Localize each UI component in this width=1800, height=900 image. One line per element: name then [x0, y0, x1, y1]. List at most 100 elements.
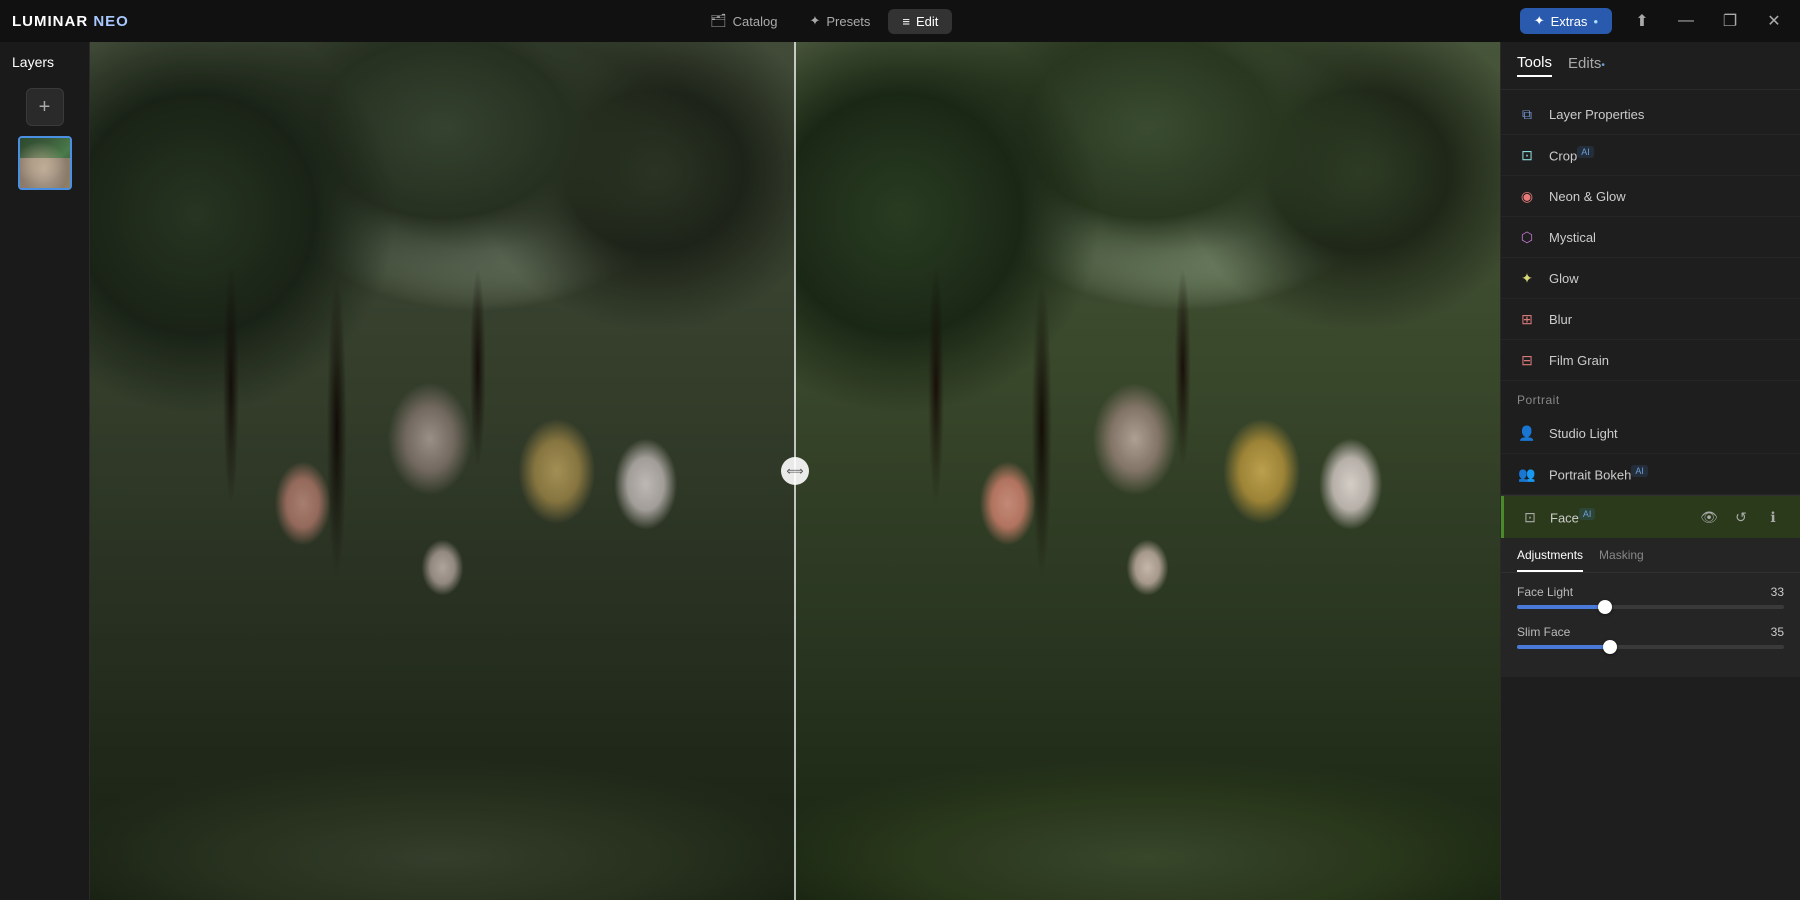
layer-thumbnail-image [20, 138, 70, 188]
slim-face-fill [1517, 645, 1610, 649]
share-icon: ⬆ [1635, 11, 1648, 31]
layer-properties-label: Layer Properties [1549, 107, 1784, 122]
neon-glow-icon: ◉ [1517, 186, 1537, 206]
main-content: Layers + Before After [0, 42, 1800, 900]
tab-edits[interactable]: Edits• [1568, 55, 1605, 76]
before-people-overlay [125, 214, 760, 858]
face-tabs: Adjustments Masking [1501, 538, 1800, 573]
reset-icon: ↺ [1735, 509, 1747, 526]
visibility-icon: 👁 [1700, 509, 1718, 526]
catalog-button[interactable]: 🗂 Catalog [696, 8, 791, 34]
face-light-value: 33 [1771, 585, 1784, 599]
info-icon: ℹ [1770, 509, 1775, 526]
tools-panel: Tools Edits• ⧉ Layer Properties ⊡ CropAI… [1500, 42, 1800, 900]
extras-button[interactable]: ✦ Extras • [1520, 8, 1612, 34]
tab-masking[interactable]: Masking [1599, 548, 1644, 572]
tool-neon-glow[interactable]: ◉ Neon & Glow [1501, 176, 1800, 217]
divider-handle-icon: ⟺ [786, 464, 803, 478]
after-image [795, 42, 1500, 900]
studio-light-icon: 👤 [1517, 423, 1537, 443]
face-reset-button[interactable]: ↺ [1730, 506, 1752, 528]
tools-header: Tools Edits• [1501, 42, 1800, 90]
share-button[interactable]: ⬆ [1628, 7, 1656, 35]
slim-face-value: 35 [1771, 625, 1784, 639]
layer-properties-icon: ⧉ [1517, 104, 1537, 124]
mystical-label: Mystical [1549, 230, 1784, 245]
thumbnail-people [20, 158, 70, 188]
face-info-button[interactable]: ℹ [1762, 506, 1784, 528]
window-controls: ✦ Extras • ⬆ — ❐ ✕ [1520, 7, 1788, 35]
crop-label: CropAI [1549, 147, 1784, 163]
slim-face-track[interactable] [1517, 645, 1784, 649]
tab-adjustments[interactable]: Adjustments [1517, 548, 1583, 572]
before-image [90, 42, 795, 900]
close-button[interactable]: ✕ [1760, 7, 1788, 35]
slim-face-row: Slim Face 35 [1517, 625, 1784, 649]
edit-label: Edit [916, 14, 938, 29]
presets-button[interactable]: ✦ Presets [795, 8, 884, 34]
tool-mystical[interactable]: ⬡ Mystical [1501, 217, 1800, 258]
face-light-track[interactable] [1517, 605, 1784, 609]
slim-face-thumb[interactable] [1603, 640, 1617, 654]
extras-icon: ✦ [1534, 13, 1545, 29]
face-panel-actions: 👁 ↺ ℹ [1698, 506, 1784, 528]
tool-layer-properties[interactable]: ⧉ Layer Properties [1501, 94, 1800, 135]
app-logo: LUMINAR NEO [12, 13, 129, 30]
close-icon: ✕ [1767, 11, 1780, 31]
portrait-section-header: Portrait [1501, 381, 1800, 413]
tools-list: ⧉ Layer Properties ⊡ CropAI ◉ Neon & Glo… [1501, 90, 1800, 900]
face-light-row: Face Light 33 [1517, 585, 1784, 609]
tab-tools[interactable]: Tools [1517, 54, 1552, 77]
before-after-divider[interactable]: ⟺ [794, 42, 796, 900]
presets-icon: ✦ [809, 13, 820, 29]
tool-glow[interactable]: ✦ Glow [1501, 258, 1800, 299]
tool-studio-light[interactable]: 👤 Studio Light [1501, 413, 1800, 454]
after-side [795, 42, 1500, 900]
extras-dot: • [1593, 14, 1598, 29]
face-panel-icon: ⊡ [1520, 507, 1540, 527]
face-light-label: Face Light [1517, 585, 1573, 599]
edit-icon: ≡ [902, 14, 910, 29]
face-visibility-button[interactable]: 👁 [1698, 506, 1720, 528]
film-grain-label: Film Grain [1549, 353, 1784, 368]
canvas-wrapper[interactable]: ⟺ [90, 42, 1500, 900]
edit-button[interactable]: ≡ Edit [888, 9, 952, 34]
catalog-label: Catalog [733, 14, 778, 29]
face-light-thumb[interactable] [1598, 600, 1612, 614]
minimize-button[interactable]: — [1672, 7, 1700, 35]
face-panel-label: FaceAI [1550, 509, 1688, 525]
tool-film-grain[interactable]: ⊟ Film Grain [1501, 340, 1800, 381]
tool-blur[interactable]: ⊞ Blur [1501, 299, 1800, 340]
divider-handle[interactable]: ⟺ [781, 457, 809, 485]
face-panel: ⊡ FaceAI 👁 ↺ ℹ [1501, 495, 1800, 677]
layer-thumbnail[interactable] [18, 136, 72, 190]
crop-icon: ⊡ [1517, 145, 1537, 165]
canvas-area: Before After ⟺ [90, 42, 1500, 900]
film-grain-icon: ⊟ [1517, 350, 1537, 370]
slim-face-label: Slim Face [1517, 625, 1570, 639]
logo-accent: NEO [93, 13, 129, 30]
add-layer-button[interactable]: + [26, 88, 64, 126]
studio-light-label: Studio Light [1549, 426, 1784, 441]
face-light-label-row: Face Light 33 [1517, 585, 1784, 599]
blur-icon: ⊞ [1517, 309, 1537, 329]
layers-title: Layers [12, 54, 54, 70]
presets-label: Presets [826, 14, 870, 29]
tool-crop[interactable]: ⊡ CropAI [1501, 135, 1800, 176]
face-light-fill [1517, 605, 1605, 609]
tool-portrait-bokeh[interactable]: 👥 Portrait BokehAI [1501, 454, 1800, 495]
catalog-icon: 🗂 [710, 13, 727, 29]
minimize-icon: — [1678, 12, 1694, 30]
layers-panel: Layers + [0, 42, 90, 900]
titlebar: LUMINAR NEO 🗂 Catalog ✦ Presets ≡ Edit ✦… [0, 0, 1800, 42]
mystical-icon: ⬡ [1517, 227, 1537, 247]
maximize-icon: ❐ [1723, 11, 1737, 31]
after-people-overlay [830, 214, 1465, 858]
maximize-button[interactable]: ❐ [1716, 7, 1744, 35]
nav-bar: 🗂 Catalog ✦ Presets ≡ Edit [696, 8, 952, 34]
extras-label: Extras [1551, 14, 1588, 29]
face-adjustments: Face Light 33 Slim Face 35 [1501, 573, 1800, 677]
face-panel-header[interactable]: ⊡ FaceAI 👁 ↺ ℹ [1501, 496, 1800, 538]
before-side [90, 42, 795, 900]
glow-icon: ✦ [1517, 268, 1537, 288]
